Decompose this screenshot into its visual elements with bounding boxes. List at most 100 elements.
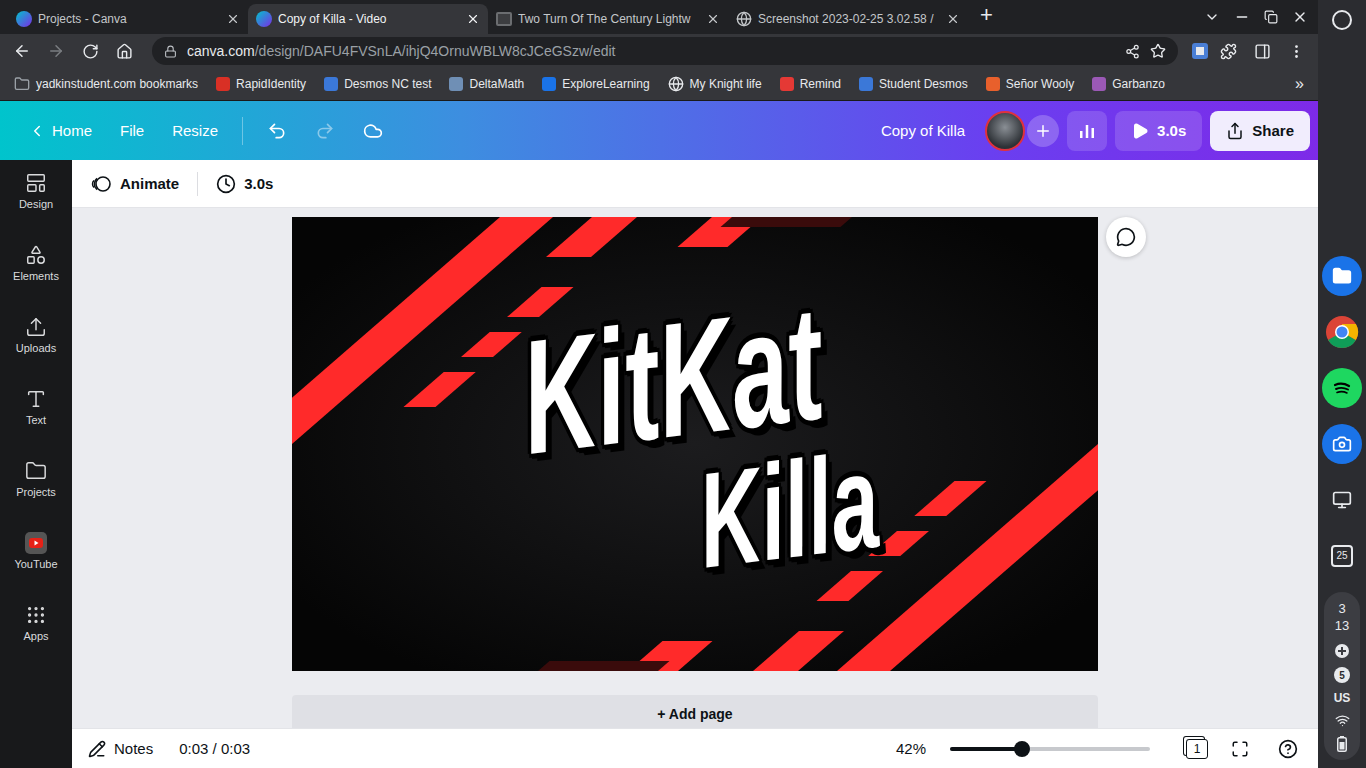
files-app[interactable]: [1322, 256, 1362, 296]
browser-tab[interactable]: Projects - Canva: [8, 4, 248, 34]
close-icon[interactable]: [946, 12, 960, 26]
star-icon[interactable]: [1150, 43, 1166, 59]
fullscreen-button[interactable]: [1224, 733, 1256, 765]
animate-button[interactable]: Animate: [86, 167, 183, 201]
youtube-logo-icon: [29, 536, 43, 550]
home-button[interactable]: [110, 37, 138, 65]
home-icon: [116, 43, 133, 60]
user-avatar[interactable]: [985, 111, 1025, 151]
sidebar-item[interactable]: Projects: [0, 460, 72, 532]
design-text[interactable]: KitKatKilla: [292, 217, 1098, 671]
bookmark[interactable]: Desmos NC test: [324, 77, 431, 91]
calendar-tray[interactable]: 25: [1322, 536, 1362, 576]
extensions-button[interactable]: [1214, 37, 1242, 65]
bookmark[interactable]: yadkinstudent.com bookmarks: [14, 76, 198, 92]
close-icon[interactable]: [226, 12, 240, 26]
sidebar-item[interactable]: Apps: [0, 604, 72, 676]
help-icon: [1278, 739, 1298, 759]
share-button[interactable]: Share: [1210, 111, 1310, 151]
globe-icon: [736, 11, 752, 27]
tab-search-icon[interactable]: [1204, 9, 1220, 25]
sidebar-item[interactable]: Elements: [0, 244, 72, 316]
back-button[interactable]: [8, 37, 36, 65]
browser-tab[interactable]: Two Turn Of The Century Lightw: [488, 4, 728, 34]
play-icon: [1131, 122, 1149, 140]
screen-capture[interactable]: [1322, 480, 1362, 520]
sidebar-item[interactable]: Design: [0, 172, 72, 244]
zoom-slider-knob[interactable]: [1014, 741, 1030, 757]
close-window-icon[interactable]: [1292, 9, 1308, 25]
bookmark[interactable]: Garbanzo: [1092, 77, 1165, 91]
sidebar-item[interactable]: Uploads: [0, 316, 72, 388]
restore-icon[interactable]: [1264, 10, 1278, 24]
address-bar: canva.com/design/DAFU4FVSnLA/ihjQ4OrnuWB…: [0, 34, 1318, 68]
undo-icon: [267, 121, 287, 141]
bookmark-icon: [780, 77, 794, 91]
insights-button[interactable]: [1067, 111, 1107, 151]
reload-button[interactable]: [76, 37, 104, 65]
design-title[interactable]: Copy of Killa: [869, 122, 977, 139]
bookmark[interactable]: DeltaMath: [449, 77, 524, 91]
url-text: canva.com/design/DAFU4FVSnLA/ihjQ4OrnuWB…: [187, 43, 1115, 59]
undo-button[interactable]: [257, 113, 297, 149]
bookmark[interactable]: ExploreLearning: [542, 77, 649, 91]
notification-count: 5: [1334, 667, 1350, 683]
page-count[interactable]: 1: [1186, 739, 1208, 759]
share-icon[interactable]: [1125, 44, 1140, 59]
comment-button[interactable]: [1106, 217, 1146, 257]
extension-icon[interactable]: [1192, 43, 1208, 59]
omnibox[interactable]: canva.com/design/DAFU4FVSnLA/ihjQ4OrnuWB…: [152, 37, 1178, 65]
launcher-button[interactable]: [1332, 10, 1352, 30]
close-icon[interactable]: [466, 12, 480, 26]
zoom-value[interactable]: 42%: [896, 740, 940, 757]
clock: 313: [1335, 600, 1349, 635]
chrome-app[interactable]: [1322, 312, 1362, 352]
add-page-button[interactable]: + Add page: [292, 695, 1098, 728]
editor-body: DesignElementsUploadsText Projects YouTube…: [0, 160, 1318, 768]
side-panel-button[interactable]: [1248, 37, 1276, 65]
new-tab-button[interactable]: +: [968, 2, 1005, 32]
bookmark[interactable]: Señor Wooly: [986, 77, 1074, 91]
sidebar-item[interactable]: Text: [0, 388, 72, 460]
bookmarks-more[interactable]: »: [1295, 75, 1304, 93]
browser-window: Projects - CanvaCopy of Killa - VideoTwo…: [0, 0, 1318, 768]
forward-button[interactable]: [42, 37, 70, 65]
redo-button[interactable]: [305, 113, 345, 149]
header-menu[interactable]: File: [110, 114, 154, 147]
notes-button[interactable]: Notes: [88, 740, 153, 758]
bookmark[interactable]: Remind: [780, 77, 841, 91]
design-page[interactable]: KitKatKilla: [292, 217, 1098, 671]
home-link[interactable]: Home: [18, 114, 102, 148]
minimize-icon[interactable]: [1234, 9, 1250, 25]
sidebar-label: Projects: [16, 486, 56, 498]
chevron-left-icon: [28, 122, 46, 140]
clock-part: 3: [1338, 600, 1345, 618]
zoom-slider[interactable]: [950, 747, 1150, 751]
elements-icon: [25, 244, 47, 266]
camera-icon: [1332, 434, 1352, 454]
header-menu[interactable]: Resize: [162, 114, 228, 147]
invite-button[interactable]: [1027, 115, 1059, 147]
camera-app[interactable]: [1322, 424, 1362, 464]
status-tray[interactable]: 3135US: [1324, 592, 1360, 760]
animate-icon: [90, 173, 112, 195]
play-button[interactable]: 3.0s: [1115, 111, 1202, 151]
save-status[interactable]: [353, 113, 393, 149]
sidebar-item[interactable]: YouTube: [0, 532, 72, 604]
bookmark[interactable]: Student Desmos: [859, 77, 968, 91]
files-icon: [1332, 266, 1352, 286]
clock-icon: [216, 174, 236, 194]
help-button[interactable]: [1272, 733, 1304, 765]
menu-button[interactable]: [1282, 37, 1310, 65]
spotify-app[interactable]: [1322, 368, 1362, 408]
close-icon[interactable]: [706, 12, 720, 26]
browser-tab[interactable]: Screenshot 2023-02-25 3.02.58 /: [728, 4, 968, 34]
canva-icon: [16, 11, 32, 27]
bookmark[interactable]: RapidIdentity: [216, 77, 306, 91]
bookmark[interactable]: My Knight life: [668, 76, 762, 92]
duration-button[interactable]: 3.0s: [212, 168, 277, 200]
bookmark-icon: [1092, 77, 1106, 91]
browser-tab[interactable]: Copy of Killa - Video: [248, 4, 488, 34]
bookmark-icon: [324, 77, 338, 91]
design-wrap: KitKatKilla: [292, 217, 1098, 671]
